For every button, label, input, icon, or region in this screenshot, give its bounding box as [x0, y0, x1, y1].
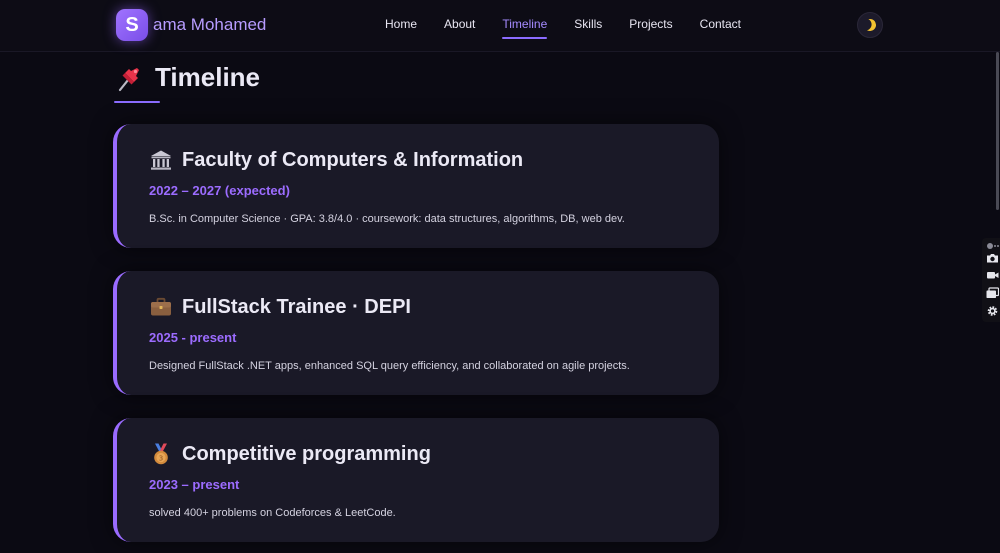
- timeline-card-header: Faculty of Computers & Information: [149, 148, 523, 172]
- briefcase-icon: [151, 297, 171, 316]
- brand-logo[interactable]: S ama Mohamed: [116, 9, 266, 41]
- gear-icon[interactable]: [986, 305, 999, 317]
- page-scrollbar[interactable]: [996, 52, 999, 210]
- section-heading: Timeline: [114, 62, 260, 93]
- video-camera-icon[interactable]: [986, 269, 999, 281]
- nav-link-about[interactable]: About: [444, 17, 475, 31]
- timeline-card-date: 2022 – 2027 (expected): [149, 183, 290, 198]
- timeline-card-date: 2023 – present: [149, 477, 240, 492]
- nav-link-skills[interactable]: Skills: [574, 17, 602, 31]
- timeline-card-header: 3 Competitive programming: [149, 442, 431, 466]
- timeline-card: FullStack Trainee · DEPI 2025 - present …: [113, 271, 719, 395]
- timeline-card: 3 Competitive programming 2023 – present…: [113, 418, 719, 542]
- camera-icon[interactable]: [986, 252, 999, 264]
- timeline-card-description: B.Sc. in Computer Science · GPA: 3.8/4.0…: [149, 213, 625, 225]
- navbar: S ama Mohamed Home About Timeline Skills…: [0, 0, 1000, 52]
- nav-link-timeline[interactable]: Timeline: [502, 17, 547, 39]
- medal-icon: 3: [154, 443, 168, 465]
- timeline-card-description: Designed FullStack .NET apps, enhanced S…: [149, 360, 630, 372]
- timeline-card-title: Competitive programming: [182, 442, 431, 465]
- extension-logo-icon[interactable]: [986, 240, 999, 252]
- extension-toolbar: [982, 238, 1000, 322]
- moon-icon: [862, 17, 877, 32]
- timeline-card-header: FullStack Trainee · DEPI: [149, 295, 411, 319]
- timeline-card-date: 2025 - present: [149, 330, 237, 345]
- pushpin-icon: [118, 67, 139, 91]
- classical-building-icon: [151, 150, 171, 170]
- nav-link-home[interactable]: Home: [385, 17, 417, 31]
- timeline-card-description: solved 400+ problems on Codeforces & Lee…: [149, 507, 396, 519]
- nav-link-projects[interactable]: Projects: [629, 17, 672, 31]
- brand-name: ama Mohamed: [153, 15, 267, 34]
- brand-badge: S: [116, 9, 148, 41]
- section-title: Timeline: [155, 62, 261, 92]
- svg-text:3: 3: [159, 454, 163, 462]
- window-icon[interactable]: [986, 287, 999, 299]
- nav-link-contact[interactable]: Contact: [700, 17, 741, 31]
- section-title-underline: [114, 101, 160, 103]
- timeline-card: Faculty of Computers & Information 2022 …: [113, 124, 719, 248]
- theme-toggle-button[interactable]: [857, 12, 883, 38]
- nav-links: Home About Timeline Skills Projects Cont…: [385, 17, 768, 39]
- timeline-card-title: FullStack Trainee · DEPI: [182, 295, 411, 318]
- timeline-card-title: Faculty of Computers & Information: [182, 148, 524, 171]
